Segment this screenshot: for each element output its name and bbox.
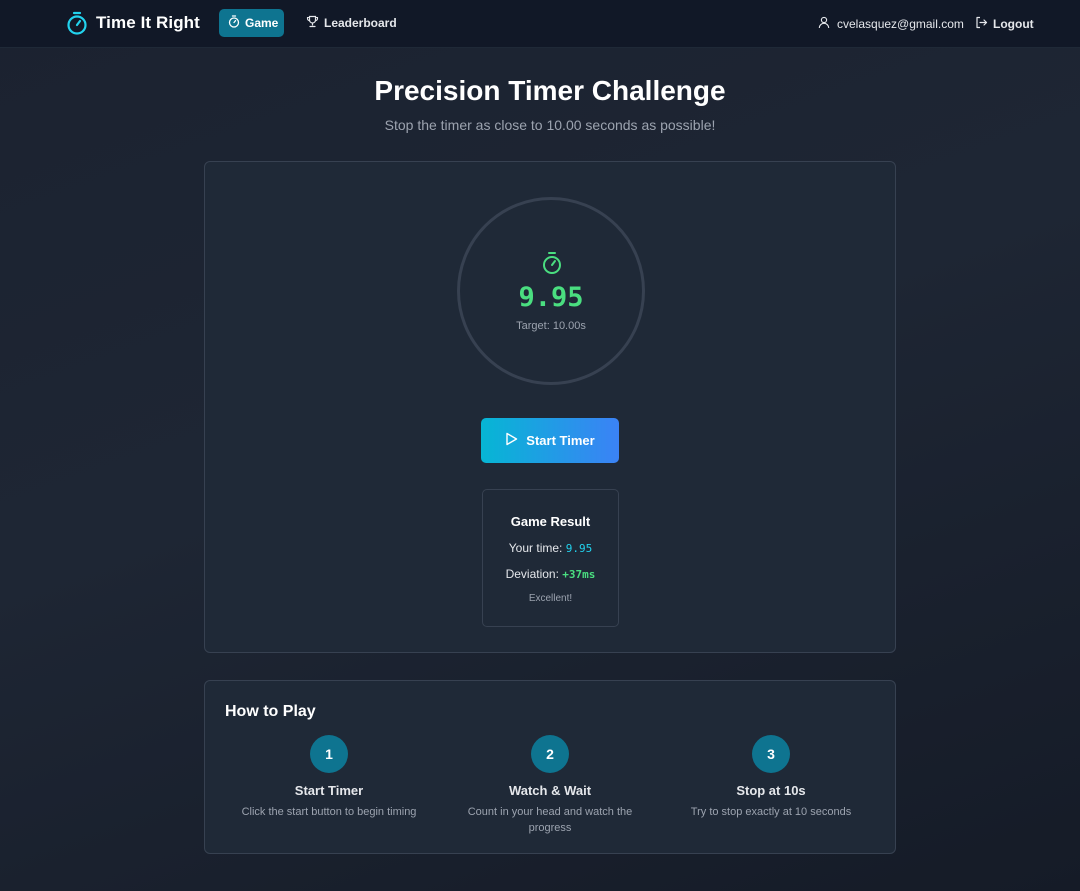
step-title: Start Timer [294,783,364,798]
timer-dial: 9.95 Target: 10.00s [457,197,645,385]
step-item: 2 Watch & Wait Count in your head and wa… [440,735,660,836]
step-description: Click the start button to begin timing [241,806,417,818]
brand[interactable]: Time It Right [66,11,200,35]
navbar: Time It Right Game Leaderboard cvelasque… [0,0,1080,48]
result-deviation-value: +37ms [562,568,596,581]
game-result-panel: Game Result Your time: 9.95 Deviation: +… [482,489,619,627]
result-time-label: Your time: [508,541,563,555]
nav-leaderboard-label: Leaderboard [324,16,397,30]
how-to-play-title: How to Play [225,703,316,720]
step-item: 3 Stop at 10s Try to stop exactly at 10 … [661,735,881,820]
step-title: Stop at 10s [736,783,806,798]
game-card: 9.95 Target: 10.00s Start Timer Game Res… [204,161,896,653]
step-title: Watch & Wait [508,783,592,798]
how-to-play-card: How to Play 1 Start Timer Click the star… [204,680,896,854]
step-description: Try to stop exactly at 10 seconds [690,806,852,818]
page-subtitle: Stop the timer as close to 10.00 seconds… [384,117,716,133]
timer-value: 9.95 [518,282,584,313]
logout-icon [975,16,988,32]
step-item: 1 Start Timer Click the start button to … [219,735,439,820]
nav-leaderboard-button[interactable]: Leaderboard [297,9,406,37]
step-number: 2 [531,735,569,773]
logout-label: Logout [993,17,1034,31]
step-description: Count in your head and watch the progres… [467,806,633,834]
stopwatch-icon [66,11,88,35]
logout-button[interactable]: Logout [975,16,1034,32]
result-deviation-row: Deviation: +37ms [483,567,618,581]
stopwatch-icon [541,251,563,280]
user-email: cvelasquez@gmail.com [837,17,964,31]
timer-target: Target: 10.00s [516,320,586,332]
nav-game-button[interactable]: Game [219,9,284,37]
stopwatch-icon [228,15,240,31]
trophy-icon [306,15,319,31]
start-timer-button[interactable]: Start Timer [481,418,619,463]
user-icon [818,16,830,32]
result-verdict: Excellent! [528,593,573,604]
user-menu[interactable]: cvelasquez@gmail.com [818,16,964,32]
page-title: Precision Timer Challenge [374,75,726,106]
play-icon [505,432,518,449]
step-number: 3 [752,735,790,773]
result-deviation-label: Deviation: [505,567,559,581]
result-time-row: Your time: 9.95 [483,541,618,555]
result-time-value: 9.95 [565,542,593,555]
start-timer-label: Start Timer [526,433,595,448]
brand-name: Time It Right [96,13,200,32]
nav-game-label: Game [245,16,279,30]
step-number: 1 [310,735,348,773]
result-title: Game Result [510,514,591,529]
